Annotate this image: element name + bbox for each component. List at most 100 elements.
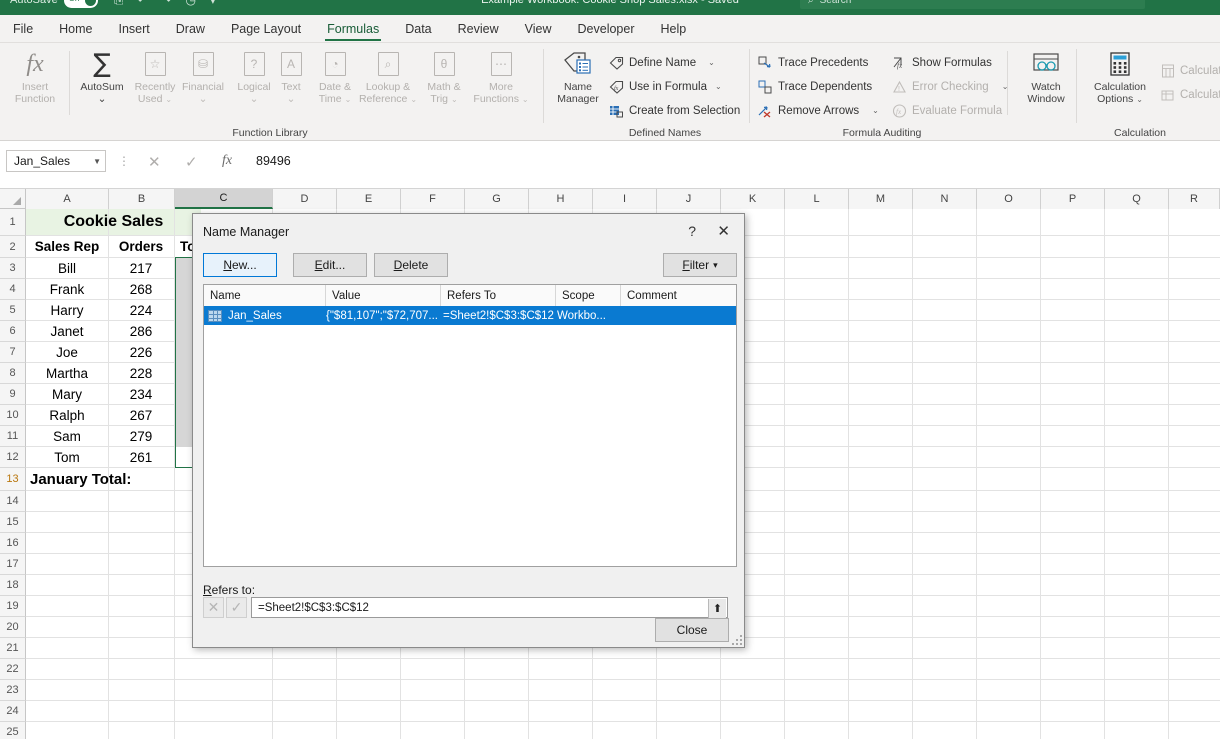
cell-B11[interactable]: 279 [109,426,173,446]
row-header-19[interactable]: 19 [0,596,26,617]
names-list-view[interactable]: Name Value Refers To Scope Comment Jan_S… [203,284,737,567]
row-header-2[interactable]: 2 [0,236,26,258]
cell-A9[interactable]: Mary [26,384,108,404]
cell-A1[interactable]: Cookie Sales [26,209,201,235]
lookup-reference-chevron-down-icon[interactable]: ⌄ [410,95,417,104]
use-in-formula-button[interactable]: fx Use in Formula ⌄ [609,79,722,94]
column-header-value[interactable]: Value [326,285,441,306]
column-header-D[interactable]: D [273,189,337,209]
row-header-22[interactable]: 22 [0,659,26,680]
select-all-corner[interactable] [0,189,26,209]
more-functions-chevron-down-icon[interactable]: ⌄ [522,95,529,104]
cell-A7[interactable]: Joe [26,342,108,362]
row-header-13[interactable]: 13 [0,468,26,491]
enter-icon[interactable]: ✓ [185,153,198,171]
math-trig-button[interactable]: θ Math & Trig ⌄ [419,47,469,106]
formula-bar-handle[interactable]: ⋮ [118,154,130,168]
column-header-refers-to[interactable]: Refers To [441,285,556,306]
refers-to-input[interactable]: =Sheet2!$C$3:$C$12 ⬆ [251,597,728,618]
column-header-K[interactable]: K [721,189,785,209]
row-header-5[interactable]: 5 [0,300,26,321]
column-header-N[interactable]: N [913,189,977,209]
cell-B5[interactable]: 224 [109,300,173,320]
row-header-21[interactable]: 21 [0,638,26,659]
tab-view[interactable]: View [512,16,565,42]
delete-button[interactable]: Delete [374,253,448,277]
tab-home[interactable]: Home [46,16,105,42]
name-box-chevron-down-icon[interactable]: ▼ [93,157,101,166]
column-header-scope[interactable]: Scope [556,285,621,306]
insert-function-button[interactable]: fx Insert Function [4,47,66,106]
edit-button[interactable]: Edit... [293,253,367,277]
cell-B6[interactable]: 286 [109,321,173,341]
cell-B3[interactable]: 217 [109,258,173,278]
date-time-button[interactable]: ◔ Date & Time ⌄ [311,47,359,106]
math-trig-chevron-down-icon[interactable]: ⌄ [451,95,458,104]
redo-icon[interactable]: ↷ [161,0,171,7]
lookup-reference-button[interactable]: ⌕ Lookup & Reference ⌄ [357,47,419,106]
column-header-G[interactable]: G [465,189,529,209]
cell-B12[interactable]: 261 [109,447,173,467]
fx-icon[interactable]: fx [222,153,232,169]
more-functions-button[interactable]: ⋯ More Functions ⌄ [468,47,534,106]
filter-button[interactable]: Filter ▾ [663,253,737,277]
cell-A4[interactable]: Frank [26,279,108,299]
row-header-14[interactable]: 14 [0,491,26,512]
touch-mode-icon[interactable]: ◷ [185,0,195,7]
cell-B9[interactable]: 234 [109,384,173,404]
autosave-toggle[interactable]: On [63,0,98,8]
column-header-E[interactable]: E [337,189,401,209]
close-button[interactable]: Close [655,618,729,642]
error-checking-button[interactable]: ! Error Checking ⌄ [892,79,1008,94]
cell-A13[interactable]: January Total: [26,468,186,490]
define-name-button[interactable]: Define Name ⌄ [609,55,715,70]
cell-B4[interactable]: 268 [109,279,173,299]
row-header-18[interactable]: 18 [0,575,26,596]
row-header-20[interactable]: 20 [0,617,26,638]
cell-A10[interactable]: Ralph [26,405,108,425]
row-header-24[interactable]: 24 [0,701,26,722]
text-chevron-down-icon[interactable]: ⌄ [268,93,314,105]
cell-A8[interactable]: Martha [26,363,108,383]
row-header-7[interactable]: 7 [0,342,26,363]
resize-grip[interactable] [730,633,742,645]
customize-qat-icon[interactable]: ▾ [210,0,216,7]
tab-developer[interactable]: Developer [565,16,648,42]
row-header-11[interactable]: 11 [0,426,26,447]
date-time-chevron-down-icon[interactable]: ⌄ [345,95,352,104]
column-header-name[interactable]: Name [204,285,326,306]
tab-review[interactable]: Review [445,16,512,42]
row-header-6[interactable]: 6 [0,321,26,342]
tab-file[interactable]: File [0,16,46,42]
cell-B2[interactable]: Orders [109,236,173,257]
column-header-R[interactable]: R [1169,189,1220,209]
show-formulas-button[interactable]: fx Show Formulas [892,55,992,70]
calculation-options-chevron-down-icon[interactable]: ⌄ [1136,95,1143,104]
cell-B8[interactable]: 228 [109,363,173,383]
remove-arrows-button[interactable]: Remove Arrows ⌄ [758,103,879,118]
row-header-9[interactable]: 9 [0,384,26,405]
cell-A3[interactable]: Bill [26,258,108,278]
tab-formulas[interactable]: Formulas [314,16,392,42]
formula-input[interactable]: 89496 [248,151,1214,171]
row-header-10[interactable]: 10 [0,405,26,426]
cell-B10[interactable]: 267 [109,405,173,425]
text-button[interactable]: A Text ⌄ [268,47,314,105]
cell-A12[interactable]: Tom [26,447,108,467]
cell-A5[interactable]: Harry [26,300,108,320]
tab-draw[interactable]: Draw [163,16,218,42]
calculation-options-button[interactable]: Calculation Options ⌄ [1082,47,1158,106]
close-icon[interactable]: ✕ [717,222,730,240]
column-header-J[interactable]: J [657,189,721,209]
calculate-sheet-button[interactable]: Calculate Sheet [1160,87,1220,102]
calculate-now-button[interactable]: Calculate Now [1160,63,1220,78]
column-header-O[interactable]: O [977,189,1041,209]
remove-arrows-chevron-down-icon[interactable]: ⌄ [872,106,879,115]
help-icon[interactable]: ? [688,223,696,239]
tab-insert[interactable]: Insert [106,16,163,42]
column-header-F[interactable]: F [401,189,465,209]
column-header-Q[interactable]: Q [1105,189,1169,209]
cell-A2[interactable]: Sales Rep [26,236,108,257]
define-name-chevron-down-icon[interactable]: ⌄ [708,58,715,67]
evaluate-formula-button[interactable]: fx Evaluate Formula [892,103,1002,118]
